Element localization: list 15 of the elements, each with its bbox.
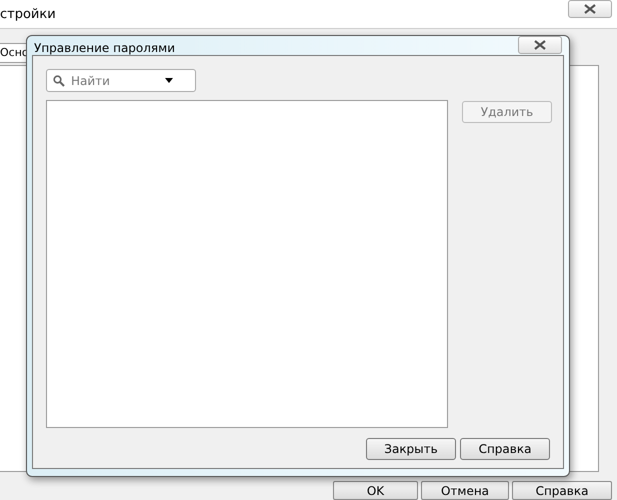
window-title: стройки (0, 6, 56, 22)
close-icon (583, 4, 597, 14)
search-combo-box[interactable]: Найти (46, 69, 196, 92)
dialog-button[interactable]: Справка (460, 438, 550, 460)
dialog-button[interactable]: Отмена (421, 481, 509, 500)
search-field[interactable]: Найти (71, 74, 159, 88)
search-icon (53, 74, 65, 86)
dialog-title: Управление паролями (34, 41, 175, 55)
dialog-button[interactable]: OK (333, 481, 418, 500)
close-button[interactable] (518, 36, 562, 54)
close-button[interactable] (568, 0, 612, 18)
dialog-button[interactable]: Справка (512, 481, 612, 500)
dialog-button[interactable]: Закрыть (366, 438, 456, 460)
close-icon (533, 40, 547, 50)
caret-icon (165, 78, 173, 83)
